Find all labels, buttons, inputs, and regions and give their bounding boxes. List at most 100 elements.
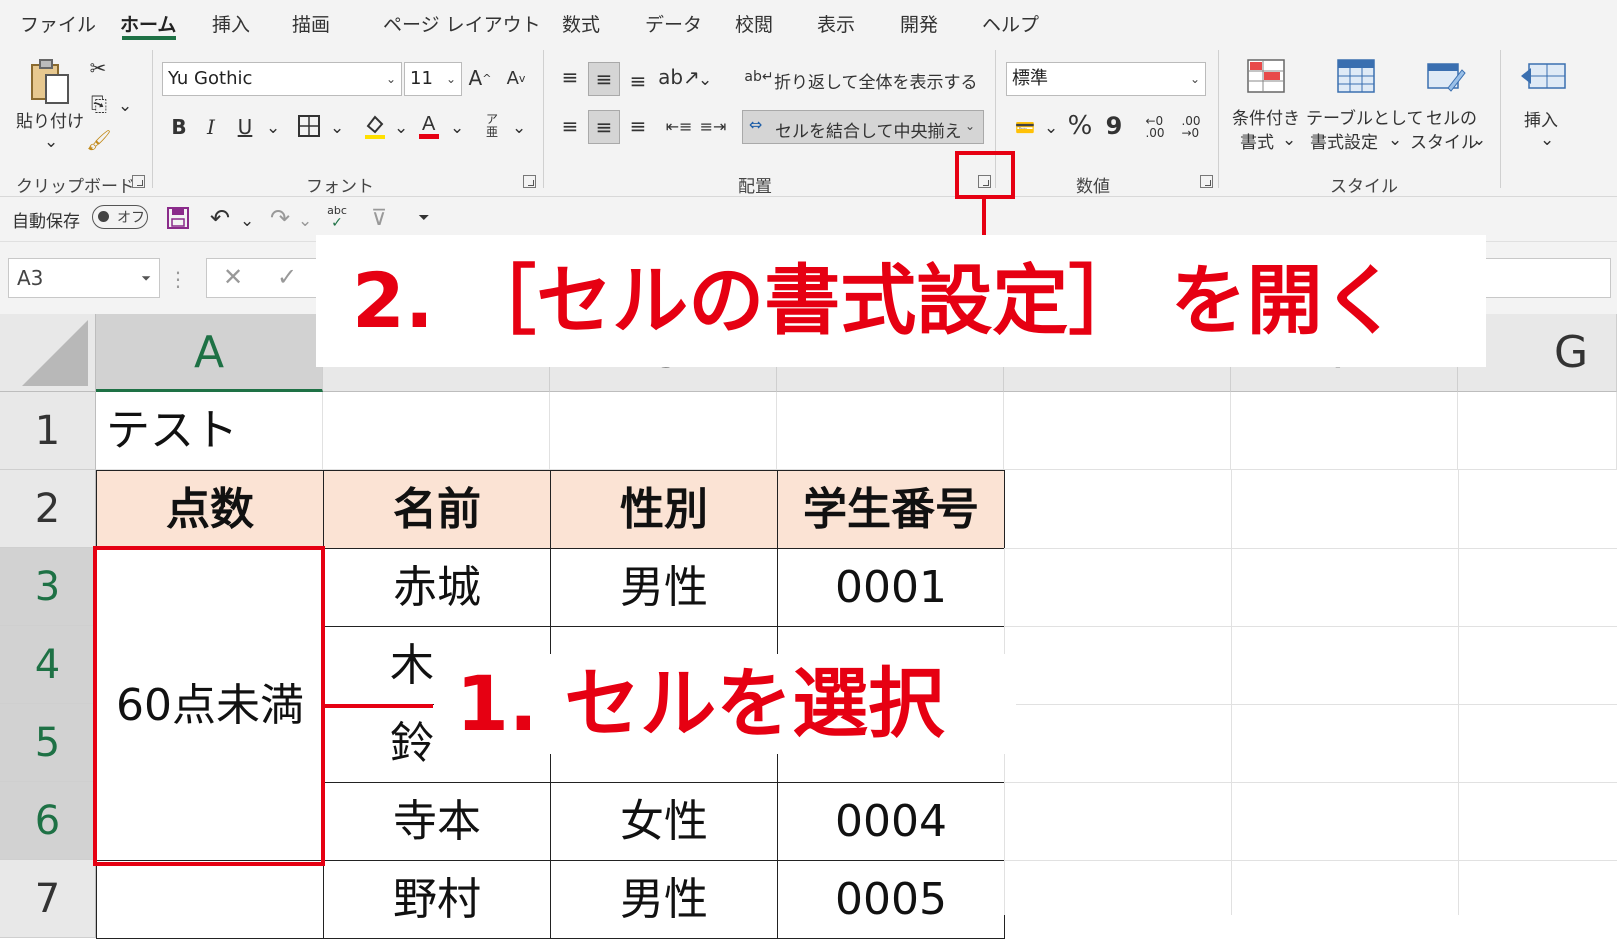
font-family-select[interactable]: Yu Gothic ⌄: [162, 62, 402, 96]
cell-c7[interactable]: 男性: [550, 860, 778, 939]
header-cell-name[interactable]: 名前: [323, 470, 551, 549]
orientation-icon[interactable]: ab↗: [658, 62, 700, 92]
tab-page-layout[interactable]: ページ レイアウト: [383, 10, 541, 37]
cell-b1[interactable]: [323, 392, 550, 470]
header-cell-student-id[interactable]: 学生番号: [777, 470, 1005, 549]
tab-data[interactable]: データ: [645, 10, 702, 37]
table-dropdown-icon[interactable]: ⌄: [1388, 130, 1402, 150]
font-launcher-icon[interactable]: [523, 175, 536, 188]
conditional-dropdown-icon[interactable]: ⌄: [1282, 130, 1296, 150]
conditional-formatting-icon[interactable]: [1244, 56, 1288, 96]
borders-icon[interactable]: [294, 110, 324, 142]
insert-cells-icon[interactable]: [1518, 56, 1568, 96]
save-icon[interactable]: [164, 203, 192, 233]
comma-style-button[interactable]: 9: [1102, 110, 1126, 142]
cell-styles-line1[interactable]: セルの: [1426, 104, 1477, 129]
column-header-a[interactable]: A: [96, 314, 323, 392]
cell-a1[interactable]: テスト: [96, 392, 323, 470]
copy-icon[interactable]: ⎘: [86, 90, 112, 118]
tab-view[interactable]: 表示: [817, 10, 855, 37]
increase-indent-icon[interactable]: ≡⇥: [698, 110, 728, 142]
tab-developer[interactable]: 開発: [900, 10, 938, 37]
cell-b6[interactable]: 寺本: [323, 782, 551, 861]
decrease-font-size-icon[interactable]: Av: [502, 62, 530, 94]
tab-file[interactable]: ファイル: [20, 10, 96, 37]
align-bottom-icon[interactable]: ≡: [624, 66, 652, 96]
underline-dropdown-icon[interactable]: ⌄: [266, 118, 280, 138]
align-center-icon[interactable]: ≡: [588, 110, 620, 144]
currency-format-icon[interactable]: 💳: [1010, 112, 1040, 142]
cell-styles-icon[interactable]: [1424, 56, 1468, 96]
wrap-text-label[interactable]: 折り返して全体を表示する: [774, 68, 978, 93]
spelling-icon[interactable]: abc ✓: [322, 201, 352, 233]
cell-d7[interactable]: 0005: [777, 860, 1005, 939]
decrease-decimal-icon[interactable]: .00 →0: [1176, 112, 1206, 142]
italic-button[interactable]: I: [198, 112, 224, 142]
increase-font-size-icon[interactable]: A ^: [466, 62, 494, 94]
align-top-icon[interactable]: ≡: [556, 62, 584, 92]
fill-color-icon[interactable]: [360, 110, 390, 142]
name-box[interactable]: A3 ⏷: [8, 258, 160, 298]
conditional-formatting-line1[interactable]: 条件付き: [1232, 104, 1300, 129]
cell-d1[interactable]: [777, 392, 1004, 470]
tab-review[interactable]: 校閲: [735, 10, 773, 37]
tab-help[interactable]: ヘルプ: [982, 10, 1039, 37]
clipboard-launcher-icon[interactable]: [132, 175, 145, 188]
row-header-6[interactable]: 6: [0, 782, 96, 860]
phonetic-guide-icon[interactable]: ア亜: [478, 110, 506, 142]
decrease-indent-icon[interactable]: ⇤≡: [664, 110, 694, 142]
font-size-select[interactable]: 11 ⌄: [404, 62, 462, 96]
number-format-select[interactable]: 標準 ⌄: [1006, 62, 1206, 96]
conditional-formatting-line2[interactable]: 書式: [1240, 128, 1274, 153]
cell-c1[interactable]: [550, 392, 777, 470]
wrap-text-icon[interactable]: ab↵: [744, 62, 773, 92]
cut-icon[interactable]: ✂: [86, 54, 110, 82]
row-header-4[interactable]: 4: [0, 626, 96, 704]
increase-decimal-icon[interactable]: ←0.00: [1140, 112, 1170, 142]
format-as-table-icon[interactable]: [1334, 56, 1378, 96]
row-header-1[interactable]: 1: [0, 392, 96, 470]
row-header-3[interactable]: 3: [0, 548, 96, 626]
cell-c6[interactable]: 女性: [550, 782, 778, 861]
cell-d6[interactable]: 0004: [777, 782, 1005, 861]
insert-dropdown-icon[interactable]: ⌄: [1540, 130, 1554, 150]
undo-icon[interactable]: ↶: [206, 203, 234, 233]
row-header-7[interactable]: 7: [0, 860, 96, 938]
format-as-table-line2[interactable]: 書式設定: [1310, 128, 1378, 153]
cell-e1[interactable]: [1004, 392, 1231, 470]
more-options-icon[interactable]: ⋮: [168, 266, 188, 292]
number-launcher-icon[interactable]: [1200, 175, 1213, 188]
currency-dropdown-icon[interactable]: ⌄: [1044, 118, 1058, 138]
paste-dropdown-icon[interactable]: ⌄: [44, 132, 58, 152]
underline-button[interactable]: U: [232, 112, 258, 142]
cancel-entry-icon[interactable]: ✕: [223, 263, 243, 291]
cell-d3[interactable]: 0001: [777, 548, 1005, 627]
cell-g1[interactable]: [1458, 392, 1617, 470]
confirm-entry-icon[interactable]: ✓: [277, 263, 297, 291]
insert-cells-label[interactable]: 挿入: [1524, 106, 1558, 131]
customize-qat-icon[interactable]: ⏷: [414, 205, 434, 231]
phonetic-dropdown-icon[interactable]: ⌄: [512, 118, 526, 138]
font-color-dropdown-icon[interactable]: ⌄: [450, 118, 464, 138]
borders-dropdown-icon[interactable]: ⌄: [330, 118, 344, 138]
paste-icon[interactable]: [22, 56, 78, 108]
cell-styles-dropdown-icon[interactable]: ⌄: [1472, 130, 1486, 150]
percent-style-button[interactable]: %: [1066, 110, 1094, 142]
font-color-icon[interactable]: A: [414, 108, 444, 142]
select-all-button[interactable]: [0, 314, 96, 392]
autosave-toggle[interactable]: オフ: [92, 205, 148, 229]
fill-color-dropdown-icon[interactable]: ⌄: [394, 118, 408, 138]
header-cell-score[interactable]: 点数: [96, 470, 324, 549]
undo-dropdown-icon[interactable]: ⌄: [240, 211, 254, 231]
tab-draw[interactable]: 描画: [292, 10, 330, 37]
format-painter-icon[interactable]: 🖌: [86, 126, 112, 154]
cell-a7[interactable]: [96, 860, 324, 939]
cell-b7[interactable]: 野村: [323, 860, 551, 939]
redo-icon[interactable]: ↷: [266, 203, 294, 233]
cell-styles-line2[interactable]: スタイル: [1410, 128, 1478, 153]
cell-c3[interactable]: 男性: [550, 548, 778, 627]
tab-insert[interactable]: 挿入: [212, 10, 250, 37]
clear-filter-icon[interactable]: ⊽: [364, 203, 394, 233]
header-cell-gender[interactable]: 性別: [550, 470, 778, 549]
paste-label[interactable]: 貼り付け: [16, 107, 84, 132]
